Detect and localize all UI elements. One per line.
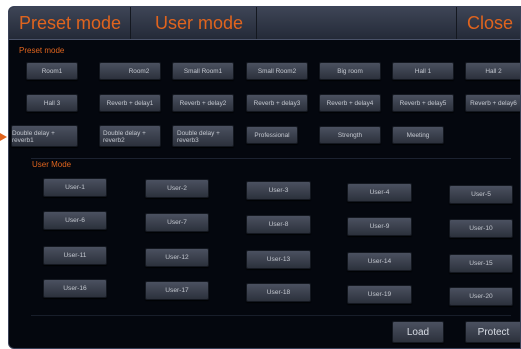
user-10-button[interactable]: User-10 bbox=[449, 219, 513, 238]
protect-button[interactable]: Protect bbox=[465, 321, 520, 343]
user-16-button[interactable]: User-16 bbox=[43, 279, 107, 298]
user-15-button[interactable]: User-15 bbox=[449, 254, 513, 273]
close-button[interactable]: Close bbox=[457, 7, 520, 39]
tab-user-mode[interactable]: User mode bbox=[131, 7, 257, 39]
user-2-button[interactable]: User-2 bbox=[145, 179, 209, 198]
preset-professional-button[interactable]: Professional bbox=[246, 126, 298, 144]
preset-reverb-delay4-button[interactable]: Reverb + delay4 bbox=[319, 94, 381, 112]
section-divider bbox=[31, 158, 511, 159]
user-9-button[interactable]: User-9 bbox=[347, 217, 412, 236]
user-8-button[interactable]: User-8 bbox=[246, 215, 311, 234]
preset-reverb-delay3-button[interactable]: Reverb + delay3 bbox=[246, 94, 308, 112]
user-7-button[interactable]: User-7 bbox=[145, 213, 209, 232]
user-14-button[interactable]: User-14 bbox=[347, 252, 412, 271]
header-bar: Preset mode User mode Close bbox=[9, 7, 520, 40]
user-19-button[interactable]: User-19 bbox=[347, 285, 412, 304]
preset-hall3-button[interactable]: Hall 3 bbox=[26, 94, 78, 112]
user-5-button[interactable]: User-5 bbox=[449, 185, 513, 204]
user-18-button[interactable]: User-18 bbox=[246, 283, 311, 302]
user-1-button[interactable]: User-1 bbox=[43, 178, 107, 197]
user-11-button[interactable]: User-11 bbox=[43, 246, 107, 265]
preset-reverb-delay1-button[interactable]: Reverb + delay1 bbox=[99, 94, 161, 112]
user-3-button[interactable]: User-3 bbox=[246, 181, 311, 200]
footer-divider bbox=[31, 315, 511, 316]
preset-meeting-button[interactable]: Meeting bbox=[392, 126, 444, 144]
preset-double-delay-reverb2-button[interactable]: Double delay + reverb2 bbox=[99, 125, 161, 147]
preset-small-room2-button[interactable]: Small Room2 bbox=[246, 62, 308, 80]
preset-strength-button[interactable]: Strength bbox=[319, 126, 381, 144]
user-6-button[interactable]: User-6 bbox=[43, 211, 107, 230]
user-4-button[interactable]: User-4 bbox=[347, 183, 412, 202]
preset-big-room-button[interactable]: Big room bbox=[319, 62, 381, 80]
tab-blank bbox=[257, 7, 457, 39]
user-20-button[interactable]: User-20 bbox=[449, 287, 513, 306]
preset-room2-button[interactable]: Room2 bbox=[99, 62, 161, 80]
preset-reverb-delay5-button[interactable]: Reverb + delay5 bbox=[392, 94, 454, 112]
tab-preset-mode[interactable]: Preset mode bbox=[9, 7, 131, 39]
preset-double-delay-reverb3-button[interactable]: Double delay + reverb3 bbox=[172, 125, 234, 147]
pointer-arrow-icon bbox=[0, 133, 7, 141]
preset-double-delay-reverb1-button[interactable]: Double delay + reverb1 bbox=[11, 125, 78, 147]
user-12-button[interactable]: User-12 bbox=[145, 248, 209, 267]
user-section-label: User Mode bbox=[32, 160, 72, 169]
reverb-mode-panel: Preset mode User mode Close Preset mode … bbox=[8, 6, 521, 349]
user-13-button[interactable]: User-13 bbox=[246, 250, 311, 269]
user-17-button[interactable]: User-17 bbox=[145, 281, 209, 300]
preset-reverb-delay2-button[interactable]: Reverb + delay2 bbox=[172, 94, 234, 112]
preset-reverb-delay6-button[interactable]: Reverb + delay6 bbox=[465, 94, 520, 112]
preset-hall1-button[interactable]: Hall 1 bbox=[392, 62, 454, 80]
preset-section-label: Preset mode bbox=[19, 46, 65, 55]
preset-small-room1-button[interactable]: Small Room1 bbox=[172, 62, 234, 80]
preset-hall2-button[interactable]: Hall 2 bbox=[465, 62, 520, 80]
preset-room1-button[interactable]: Room1 bbox=[26, 62, 78, 80]
load-button[interactable]: Load bbox=[392, 321, 444, 343]
